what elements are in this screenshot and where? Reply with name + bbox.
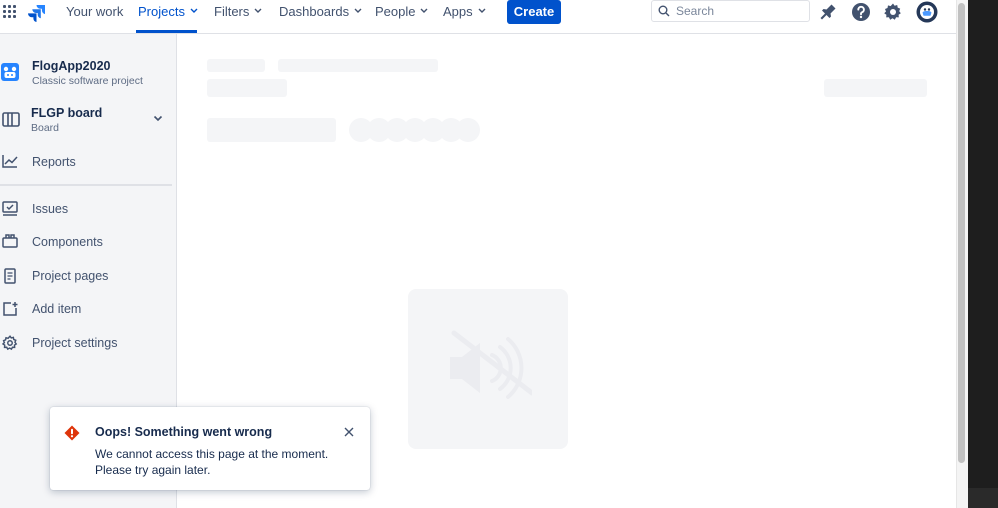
nav-people[interactable]: People (373, 0, 430, 33)
sidebar-item-components[interactable]: Components (0, 228, 176, 256)
nav-your-work[interactable]: Your work (64, 0, 125, 33)
error-flag-title: Oops! Something went wrong (95, 425, 273, 439)
close-icon[interactable] (343, 426, 355, 438)
search-input[interactable] (676, 3, 804, 19)
sidebar-item-reports[interactable]: Reports (0, 148, 176, 176)
top-navigation-bar: Your work Projects Filters Dashboards Pe… (0, 0, 956, 34)
search-box[interactable] (651, 0, 810, 22)
skeleton-breadcrumb (207, 59, 265, 72)
skeleton-avatar (456, 118, 480, 142)
components-icon (2, 234, 18, 248)
video-placeholder (408, 289, 568, 449)
nav-apps-label: Apps (443, 4, 473, 19)
issues-icon (2, 201, 18, 216)
nav-apps[interactable]: Apps (441, 0, 488, 33)
settings-icon[interactable] (883, 2, 903, 22)
sidebar-item-label: Reports (32, 155, 76, 169)
gear-icon (2, 335, 18, 351)
skeleton-action (824, 79, 927, 97)
muted-speaker-icon (450, 330, 532, 399)
sidebar-item-issues[interactable]: Issues (0, 195, 176, 223)
chevron-down-icon (478, 8, 486, 14)
sidebar-item-add-item[interactable]: Add item (0, 295, 176, 323)
error-flag: Oops! Something went wrong We cannot acc… (50, 407, 370, 490)
sidebar-item-label: Project pages (32, 269, 109, 283)
chevron-down-icon[interactable] (153, 115, 163, 122)
project-type: Classic software project (32, 75, 143, 87)
help-icon[interactable] (851, 2, 871, 22)
reports-icon (2, 155, 18, 168)
nav-dashboards[interactable]: Dashboards (277, 0, 364, 33)
skeleton-title (207, 79, 287, 97)
board-icon (2, 112, 20, 127)
sidebar-item-project-settings[interactable]: Project settings (0, 329, 176, 357)
skeleton-breadcrumb (278, 59, 438, 72)
error-icon (64, 425, 80, 441)
profile-avatar[interactable] (916, 1, 938, 23)
sidebar-item-label: Components (32, 235, 103, 249)
board-subtitle: Board (31, 122, 60, 134)
window-edge (968, 0, 998, 508)
chevron-down-icon (354, 8, 362, 14)
sidebar-item-label: Project settings (32, 336, 118, 350)
scrollbar-thumb[interactable] (958, 3, 965, 463)
project-name[interactable]: FlogApp2020 (32, 59, 111, 73)
add-item-icon (3, 302, 18, 316)
nav-projects[interactable]: Projects (136, 0, 198, 33)
sidebar-item-project-pages[interactable]: Project pages (0, 262, 176, 290)
project-avatar[interactable] (1, 63, 19, 81)
create-button[interactable]: Create (507, 0, 561, 24)
nav-filters[interactable]: Filters (212, 0, 264, 33)
nav-dashboards-label: Dashboards (279, 4, 350, 19)
chevron-down-icon (190, 8, 198, 14)
sidebar-divider (0, 184, 172, 186)
board-name[interactable]: FLGP board (31, 106, 102, 120)
nav-filters-label: Filters (214, 4, 250, 19)
nav-people-label: People (375, 4, 416, 19)
chevron-down-icon (420, 8, 428, 14)
skeleton-filter (207, 118, 336, 142)
nav-your-work-label: Your work (66, 4, 124, 19)
app-switcher-icon[interactable] (3, 5, 17, 19)
jira-logo-icon[interactable] (28, 4, 46, 22)
nav-projects-label: Projects (138, 4, 185, 19)
search-icon (658, 5, 670, 17)
error-flag-message: We cannot access this page at the moment… (95, 447, 329, 477)
sidebar-item-label: Add item (32, 302, 82, 316)
chevron-down-icon (254, 8, 262, 14)
notifications-icon[interactable] (818, 2, 838, 22)
sidebar-item-label: Issues (32, 202, 69, 216)
project-pages-icon (4, 268, 16, 284)
project-avatar-icon (3, 66, 17, 78)
